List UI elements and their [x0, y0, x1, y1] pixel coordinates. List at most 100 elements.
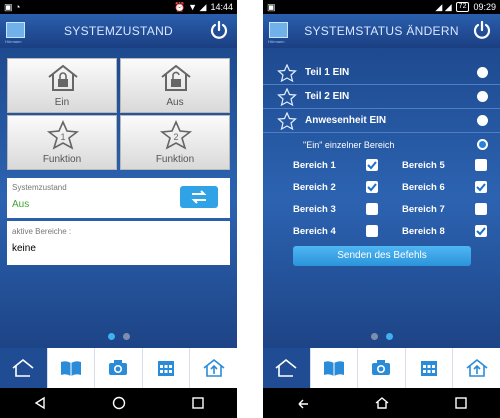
app-logo-text: Hörmann: [268, 39, 285, 44]
nav-camera[interactable]: [94, 348, 142, 388]
page-dot[interactable]: [370, 333, 378, 340]
state-value: Aus: [12, 199, 30, 210]
area-label: Bereich 5: [402, 160, 445, 171]
area-checkbox[interactable]: [475, 203, 487, 215]
notification-icons: ▣ ◔: [4, 2, 21, 12]
area-checkbox[interactable]: [475, 181, 487, 193]
page-dot[interactable]: [385, 333, 393, 340]
page-title: SYSTEMSTATUS ÄNDERN: [304, 24, 459, 38]
house-upload-icon: [466, 358, 488, 377]
nav-book[interactable]: [309, 348, 358, 388]
clock: 14:44: [210, 2, 233, 12]
nav-home[interactable]: [263, 348, 310, 388]
area-label: Bereich 3: [293, 204, 336, 215]
area-checkbox[interactable]: [366, 203, 378, 215]
app-header: Hörmann SYSTEMSTATUS ÄNDERN: [263, 14, 500, 48]
notification-icons: ▣: [267, 2, 276, 12]
recents-icon[interactable]: [453, 395, 469, 411]
areas-value: keine: [12, 243, 36, 254]
option-radio[interactable]: [477, 67, 488, 78]
nav-book[interactable]: [46, 348, 95, 388]
option-label: Teil 1 EIN: [305, 67, 350, 78]
nav-house-upload[interactable]: [189, 348, 237, 388]
area-checkbox[interactable]: [366, 159, 378, 171]
tile-label: Ein: [54, 97, 70, 108]
state-caption: Systemzustand: [12, 183, 67, 192]
signal-icons: ◢ ◢: [435, 2, 452, 12]
area-label: Bereich 1: [293, 160, 336, 171]
mode-tiles: Ein Aus 1 Funktion 2 Funktion: [7, 58, 230, 170]
area-label: Bereich 8: [402, 226, 445, 237]
badge: 2: [173, 132, 178, 142]
star-icon: [277, 64, 297, 82]
bottom-nav: [263, 348, 500, 388]
phone-left: ▣ ◔ ⏰ ▼ ◢ 14:44 Hörmann SYSTEMZUSTAND Ei…: [0, 0, 237, 418]
house-lock-closed-icon: [48, 64, 78, 91]
tile-ein[interactable]: Ein: [7, 58, 117, 113]
battery-icon: 72: [455, 2, 470, 12]
star-1-icon: 1: [46, 120, 80, 150]
book-icon: [323, 361, 344, 376]
option-radio[interactable]: [477, 115, 488, 126]
bottom-nav: [0, 348, 237, 388]
send-command-button[interactable]: Senden des Befehls: [293, 246, 471, 266]
swap-arrows-icon: [191, 190, 207, 204]
page-dot[interactable]: [122, 333, 130, 340]
status-bar: ▣ ◢ ◢ 72 09:29: [263, 0, 500, 14]
toggle-state-button[interactable]: [180, 186, 218, 208]
area-checkbox[interactable]: [366, 181, 378, 193]
nav-home[interactable]: [0, 348, 47, 388]
areas-caption: aktive Bereiche :: [12, 227, 72, 236]
area-checkbox[interactable]: [366, 225, 378, 237]
system-nav-bar: [0, 388, 237, 418]
page-title: SYSTEMZUSTAND: [63, 24, 174, 38]
tile-label: Aus: [166, 97, 184, 108]
star-icon: [277, 88, 297, 106]
option-teil-1[interactable]: Teil 1 EIN: [263, 62, 500, 85]
star-2-icon: 2: [159, 120, 193, 150]
tile-aus[interactable]: Aus: [120, 58, 230, 113]
page-indicator: [0, 333, 237, 340]
area-checkbox[interactable]: [475, 159, 487, 171]
back-icon[interactable]: [295, 395, 311, 411]
area-checkbox[interactable]: [475, 225, 487, 237]
tile-funktion-2[interactable]: 2 Funktion: [120, 115, 230, 170]
option-label: Anwesenheit EIN: [305, 115, 387, 126]
system-nav-bar: [263, 388, 500, 418]
status-bar: ▣ ◔ ⏰ ▼ ◢ 14:44: [0, 0, 237, 14]
power-icon[interactable]: [472, 20, 492, 40]
check-icon: [367, 161, 377, 170]
badge: 1: [60, 132, 65, 142]
home-outline-icon[interactable]: [374, 395, 390, 411]
house-upload-icon: [203, 358, 225, 377]
nav-calendar[interactable]: [141, 348, 190, 388]
active-areas-panel: aktive Bereiche : keine: [7, 221, 230, 265]
single-area-radio[interactable]: [477, 139, 488, 150]
option-anwesenheit[interactable]: Anwesenheit EIN: [263, 110, 500, 133]
recents-icon[interactable]: [190, 395, 206, 411]
nav-house-upload[interactable]: [452, 348, 500, 388]
phone-right: ▣ ◢ ◢ 72 09:29 Hörmann SYSTEMSTATUS ÄNDE…: [263, 0, 500, 418]
home-circle-icon[interactable]: [111, 395, 127, 411]
area-label: Bereich 6: [402, 182, 445, 193]
tile-funktion-1[interactable]: 1 Funktion: [7, 115, 117, 170]
calendar-icon: [421, 361, 438, 376]
option-teil-2[interactable]: Teil 2 EIN: [263, 86, 500, 109]
area-label: Bereich 4: [293, 226, 336, 237]
check-icon: [367, 183, 377, 192]
single-area-label: "Ein" einzelner Bereich: [303, 140, 395, 150]
page-indicator: [263, 333, 500, 340]
check-icon: [476, 227, 486, 236]
area-label: Bereich 7: [402, 204, 445, 215]
page-dot[interactable]: [107, 333, 115, 340]
back-icon[interactable]: [32, 395, 48, 411]
nav-calendar[interactable]: [404, 348, 453, 388]
calendar-icon: [158, 361, 175, 376]
power-icon[interactable]: [209, 20, 229, 40]
option-radio[interactable]: [477, 91, 488, 102]
nav-camera[interactable]: [357, 348, 405, 388]
house-lock-open-icon: [161, 64, 191, 91]
signal-icons: ⏰ ▼ ◢: [174, 2, 207, 12]
app-header: Hörmann SYSTEMZUSTAND: [0, 14, 237, 48]
option-label: Teil 2 EIN: [305, 91, 350, 102]
